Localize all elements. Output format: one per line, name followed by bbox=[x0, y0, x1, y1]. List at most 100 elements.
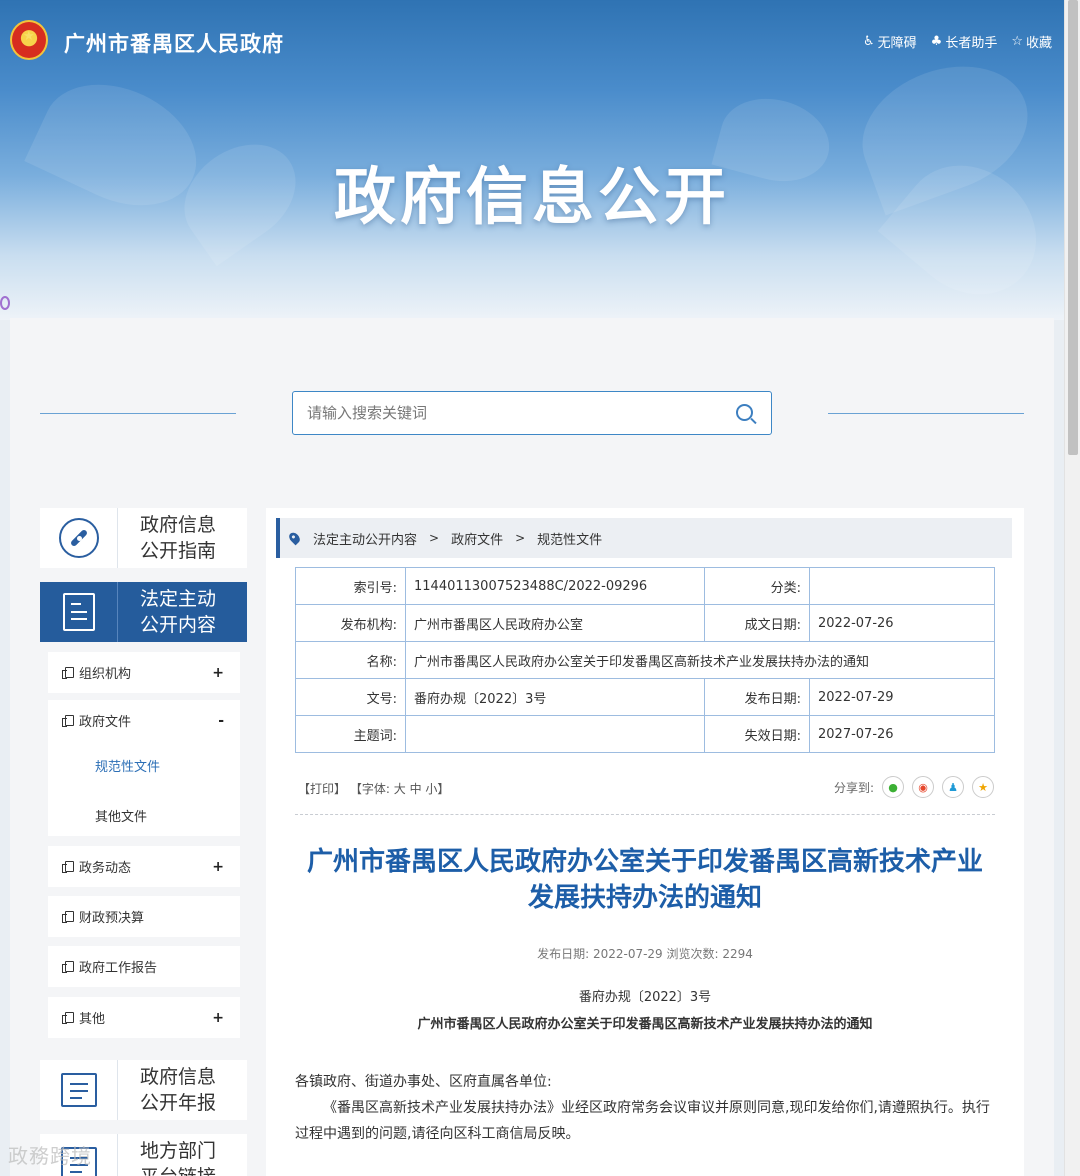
page-icon bbox=[62, 715, 74, 727]
table-value: 11440113007523488C/2022-09296 bbox=[405, 567, 705, 605]
content-area: 法定主动公开内容 > 政府文件 > 规范性文件 索引号: 11440113007… bbox=[266, 508, 1024, 1176]
table-label: 发布机构: bbox=[295, 604, 406, 642]
article-body: 各镇政府、街道办事处、区府直属各单位: 《番禺区高新技术产业发展扶持办法》业经区… bbox=[295, 1069, 995, 1147]
search-icon[interactable] bbox=[736, 404, 753, 421]
accessibility-label: 无障碍 bbox=[877, 36, 917, 51]
nav-label-line2: 公开内容 bbox=[140, 614, 217, 636]
table-row: 主题词: 失效日期: 2027-07-26 bbox=[295, 715, 995, 753]
table-row: 发布机构: 广州市番禺区人民政府办公室 成文日期: 2022-07-26 bbox=[295, 604, 995, 642]
body-paragraph: 《番禺区高新技术产业发展扶持办法》业经区政府常务会议审议并原则同意,现印发给你们… bbox=[295, 1100, 990, 1142]
font-size-prefix: 【字体: bbox=[349, 782, 390, 796]
page-icon bbox=[62, 861, 74, 873]
sidebar-item-work-report[interactable]: 政府工作报告 bbox=[48, 946, 240, 987]
watermark-logo: 政務跨境 bbox=[8, 1144, 92, 1168]
banner-title: 政府信息公开 bbox=[333, 160, 730, 233]
favorite-label: 收藏 bbox=[1025, 36, 1052, 51]
font-size-suffix: 】 bbox=[437, 782, 450, 796]
header-banner: 广州市番禺区人民政府 ♿ 无障碍 ♣ 长者助手 ☆ 收藏 政府信息公开 bbox=[0, 0, 1064, 320]
table-label: 成文日期: bbox=[704, 604, 810, 642]
breadcrumb-link[interactable]: 政府文件 bbox=[451, 529, 503, 548]
nav-label-line1: 政府信息 bbox=[140, 514, 217, 536]
wheelchair-icon: ♿ bbox=[862, 34, 875, 49]
table-label: 名称: bbox=[295, 641, 406, 679]
national-emblem-icon bbox=[10, 20, 48, 60]
table-value: 2027-07-26 bbox=[809, 715, 995, 753]
sidebar-item-label: 组织机构 bbox=[79, 667, 132, 682]
sidebar-item-budget[interactable]: 财政预决算 bbox=[48, 896, 240, 937]
elder-assistant-label: 长者助手 bbox=[945, 36, 998, 51]
favorite-link[interactable]: ☆ 收藏 bbox=[1011, 32, 1052, 51]
sidebar-item-gov-files[interactable]: 政府文件 - bbox=[48, 700, 240, 741]
salutation: 各镇政府、街道办事处、区府直属各单位: bbox=[295, 1074, 552, 1090]
sidebar-item-label: 财政预决算 bbox=[79, 911, 145, 926]
nav-disclosure-guide[interactable]: 政府信息 公开指南 bbox=[40, 508, 247, 568]
page-icon bbox=[62, 667, 74, 679]
report-icon bbox=[60, 1073, 97, 1107]
site-name[interactable]: 广州市番禺区人民政府 bbox=[64, 28, 284, 58]
sidebar-subitem-other-files[interactable]: 其他文件 bbox=[95, 806, 147, 825]
table-row: 索引号: 11440113007523488C/2022-09296 分类: bbox=[295, 567, 995, 605]
expand-toggle[interactable]: + bbox=[212, 1010, 224, 1026]
metadata-table: 索引号: 11440113007523488C/2022-09296 分类: 发… bbox=[295, 567, 995, 753]
edge-marker-icon bbox=[0, 296, 10, 310]
qzone-icon[interactable]: ★ bbox=[972, 776, 994, 798]
sidebar-item-gov-affairs[interactable]: 政务动态 + bbox=[48, 846, 240, 887]
sidebar-item-label: 政府文件 bbox=[79, 715, 132, 730]
publish-info: 发布日期: 2022-07-29 浏览次数: 2294 bbox=[537, 947, 753, 961]
font-medium-button[interactable]: 中 bbox=[410, 782, 422, 796]
compass-icon bbox=[58, 518, 99, 558]
document-number: 番府办规〔2022〕3号 bbox=[578, 990, 712, 1005]
expand-toggle[interactable]: + bbox=[212, 665, 224, 681]
sidebar-group-gov-files: 政府文件 - 规范性文件 其他文件 bbox=[48, 700, 240, 836]
article-subtitle: 广州市番禺区人民政府办公室关于印发番禺区高新技术产业发展扶持办法的通知 bbox=[417, 1017, 873, 1032]
chevron-right-icon: > bbox=[429, 531, 440, 545]
nav-label-line1: 地方部门 bbox=[140, 1140, 217, 1162]
table-value bbox=[405, 715, 705, 753]
sidebar-item-organization[interactable]: 组织机构 + bbox=[48, 652, 240, 693]
font-large-button[interactable]: 大 bbox=[394, 782, 406, 796]
table-value: 2022-07-29 bbox=[809, 678, 995, 716]
location-pin-icon bbox=[287, 530, 302, 546]
article-title: 广州市番禺区人民政府办公室关于印发番禺区高新技术产业发展扶持办法的通知 bbox=[306, 847, 983, 913]
print-button[interactable]: 【打印】 bbox=[298, 782, 346, 796]
page-icon bbox=[62, 961, 74, 973]
search-box bbox=[292, 391, 772, 435]
table-row: 文号: 番府办规〔2022〕3号 发布日期: 2022-07-29 bbox=[295, 678, 995, 716]
table-label: 索引号: bbox=[295, 567, 406, 605]
sidebar-item-label: 政务动态 bbox=[79, 861, 132, 876]
share-bar: 分享到: ● ◉ ♟ ★ bbox=[834, 776, 994, 798]
font-small-button[interactable]: 小 bbox=[425, 782, 437, 796]
article-tools: 【打印】 【字体: 大 中 小】 bbox=[298, 780, 449, 797]
wechat-icon[interactable]: ● bbox=[882, 776, 904, 798]
weibo-icon[interactable]: ◉ bbox=[912, 776, 934, 798]
elder-assistant-link[interactable]: ♣ 长者助手 bbox=[931, 32, 998, 51]
divider bbox=[40, 413, 236, 414]
breadcrumb-link[interactable]: 法定主动公开内容 bbox=[313, 529, 417, 548]
table-value: 番府办规〔2022〕3号 bbox=[405, 678, 705, 716]
scrollbar[interactable] bbox=[1064, 0, 1080, 1176]
chevron-right-icon: > bbox=[515, 531, 526, 545]
share-label: 分享到: bbox=[833, 780, 874, 795]
sidebar-item-other[interactable]: 其他 + bbox=[48, 997, 240, 1038]
nav-annual-report[interactable]: 政府信息 公开年报 bbox=[40, 1060, 247, 1120]
table-label: 发布日期: bbox=[704, 678, 810, 716]
table-value: 广州市番禺区人民政府办公室关于印发番禺区高新技术产业发展扶持办法的通知 bbox=[405, 641, 995, 679]
nav-label-line2: 公开年报 bbox=[140, 1092, 217, 1114]
qq-icon[interactable]: ♟ bbox=[942, 776, 964, 798]
breadcrumb-link[interactable]: 规范性文件 bbox=[537, 529, 602, 548]
table-value bbox=[809, 567, 995, 605]
page-icon bbox=[62, 911, 74, 923]
search-input[interactable] bbox=[293, 392, 713, 434]
nav-label-line1: 法定主动 bbox=[140, 588, 217, 610]
expand-toggle[interactable]: + bbox=[212, 859, 224, 875]
sidebar-subitem-normative-files[interactable]: 规范性文件 bbox=[95, 756, 160, 775]
page-icon bbox=[62, 1012, 74, 1024]
nav-statutory-content[interactable]: 法定主动 公开内容 bbox=[40, 582, 247, 642]
sidebar-item-label: 政府工作报告 bbox=[79, 961, 158, 976]
table-label: 分类: bbox=[704, 567, 810, 605]
scrollbar-thumb[interactable] bbox=[1068, 0, 1078, 455]
collapse-toggle[interactable]: - bbox=[218, 713, 224, 729]
table-label: 文号: bbox=[295, 678, 406, 716]
divider bbox=[828, 413, 1024, 414]
accessibility-link[interactable]: ♿ 无障碍 bbox=[863, 32, 917, 51]
